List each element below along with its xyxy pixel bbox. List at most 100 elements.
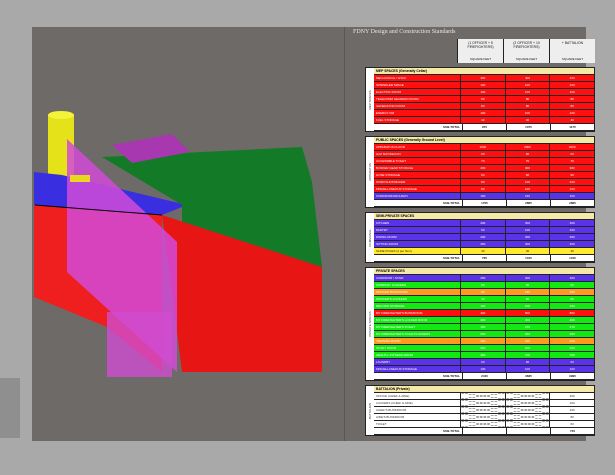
row-value: 80	[504, 96, 550, 102]
subtotal-row: SUB-TOTAL 1705 2865 2865	[374, 200, 594, 207]
table-row: MY FIREFIGHTER'S LOCKER ROOM 200 400 400	[374, 317, 594, 324]
row-value	[504, 421, 550, 427]
subtotal-value: 1015	[550, 255, 594, 261]
section-side-label: PRIVATE SPACES	[366, 268, 374, 380]
table-row: MY FIREFIGHTER'S TOILET 150 270 270	[374, 324, 594, 331]
table-row: SITTING ROOM 250 300 300	[374, 241, 594, 248]
row-label: HEALTH / FITNESS ROOM	[376, 353, 413, 357]
row-value: 80	[460, 179, 505, 185]
table-row: MECHANICAL / HVAC 400 400 400	[374, 75, 594, 82]
row-value: 60	[460, 151, 505, 157]
row-label: MY FIREFIGHTER'S LOCKER ROOM	[376, 318, 428, 322]
row-value	[504, 400, 550, 406]
subtotal-value: 1705	[462, 200, 506, 206]
table-row: GENERATOR ROOM 80 80 80	[374, 103, 594, 110]
row-value: 100	[504, 366, 550, 372]
column-header: (2 OFFICER + 10 FIREFIGHTERS)	[503, 39, 549, 57]
table-row: PANTRY 50 100 100	[374, 227, 594, 234]
row-value: 270	[549, 324, 594, 330]
section-title: PUBLIC SPACES (Generally Ground Level)	[374, 137, 594, 144]
table-row: CHIEF'S BUNKROOM 100	[374, 407, 594, 414]
row-label: PANTRY	[376, 228, 388, 232]
row-label: SLIDE POLES (2 per floor)	[376, 249, 412, 253]
row-value: 300	[549, 241, 594, 247]
row-label: GENERATOR ROOM	[376, 104, 405, 108]
row-value: 90	[460, 289, 505, 295]
row-label: ELECTRIC ROOM	[376, 90, 402, 94]
subtotal-value: 3995	[550, 373, 594, 379]
row-value: 50	[549, 282, 594, 288]
row-value	[460, 407, 505, 413]
row-value: 100	[549, 400, 594, 406]
row-value: 200	[460, 345, 505, 351]
row-value: 100	[504, 186, 550, 192]
row-value: 80	[549, 414, 594, 420]
row-value: 60	[504, 359, 550, 365]
magenta-panel	[107, 312, 172, 377]
row-value: 350	[549, 331, 594, 337]
subtotal-value: 2440	[462, 373, 506, 379]
row-value: 180	[504, 289, 550, 295]
row-value: 100	[549, 186, 594, 192]
row-label: OFFICE (CHIEF & AIDE)	[376, 394, 410, 398]
row-label: ENERGY RM	[376, 111, 395, 115]
row-value: 70	[504, 158, 550, 164]
section-side-text: COMMUNAL	[368, 228, 372, 247]
subtotal-row: SUB-TOTAL 740	[374, 428, 594, 435]
row-value: 150	[504, 193, 550, 199]
row-value: 100	[460, 110, 505, 116]
program-section: APPARATUS PUBLIC SPACES (Generally Ground…	[365, 136, 595, 208]
row-value: 100	[549, 407, 594, 413]
row-value: 40	[460, 248, 505, 254]
column-header: (1 OFFICER + 5 FIREFIGHTERS)	[457, 39, 503, 57]
row-value: 40	[504, 248, 550, 254]
row-value: 60	[460, 172, 505, 178]
table-row: MISCELLANEOUS STORAGE 80 100 100	[374, 186, 594, 193]
program-section: BATTALION BATTALION (Private) OFFICE (CHIE…	[365, 385, 595, 436]
row-value: 150	[460, 193, 505, 199]
standards-page: FDNY Design and Construction Standards (…	[345, 27, 595, 441]
row-label: HAZ MAT/DECON	[376, 152, 401, 156]
subtotal-row: SUB-TOTAL 975 1075 1175	[374, 124, 594, 131]
table-row: CORRIDOR/ARCHWAY 150 150 150	[374, 193, 594, 200]
row-value: 100	[549, 82, 594, 88]
section-side-text: PRIVATE SPACES	[368, 311, 372, 337]
row-label: OFFICER BUNKROOM	[376, 290, 408, 294]
row-value: 100	[549, 227, 594, 233]
row-value: 700	[549, 352, 594, 358]
row-value	[460, 393, 505, 399]
table-row: AIDE'S BUNKROOM 80	[374, 414, 594, 421]
row-value: 100	[549, 110, 594, 116]
row-value: 100	[504, 110, 550, 116]
row-value	[504, 407, 550, 413]
table-row: ELECTRIC ROOM 100 100 100	[374, 89, 594, 96]
subtotal-value: 2865	[550, 200, 594, 206]
row-value: 60	[460, 359, 505, 365]
row-value: 300	[504, 234, 550, 240]
section-side-text: BATTALION	[368, 402, 372, 419]
yellow-block	[70, 175, 90, 182]
row-label: TELECOMM HEADEND ROOM	[376, 97, 419, 101]
row-value: 350	[504, 331, 550, 337]
subtotal-label: SUB-TOTAL	[442, 374, 460, 378]
program-section: PRIVATE SPACES PRIVATE SPACES CORRIDOR / S…	[365, 267, 595, 381]
row-label: KITCHEN	[376, 221, 390, 225]
row-value: 80	[549, 96, 594, 102]
program-section: MEP SPACES MEP SPACES (Generally Cellar) M…	[365, 67, 595, 132]
unit-label: SQUARE FEET	[549, 57, 595, 63]
row-label: CORRIDOR/ARCHWAY	[376, 194, 409, 198]
row-value: 2000	[504, 144, 550, 150]
table-row: ENERGY RM 100 100 100	[374, 110, 594, 117]
section-title: SEMI-PRIVATE SPACES	[374, 213, 594, 220]
table-row: ACCESSIBLE TOILET 70 70 70	[374, 158, 594, 165]
scroll-strip[interactable]	[0, 378, 20, 438]
table-row: LOCKERS (CHIEF & AIDE) 100	[374, 400, 594, 407]
row-value: 180	[549, 289, 594, 295]
row-value: 100	[460, 366, 505, 372]
table-row: OFFICE (CHIEF & AIDE) 400	[374, 393, 594, 400]
row-value: 800	[504, 310, 550, 316]
row-value: 200	[460, 317, 505, 323]
row-value: 300	[549, 165, 594, 171]
row-value: 300	[549, 234, 594, 240]
row-label: HOSE STORAGE	[376, 173, 400, 177]
